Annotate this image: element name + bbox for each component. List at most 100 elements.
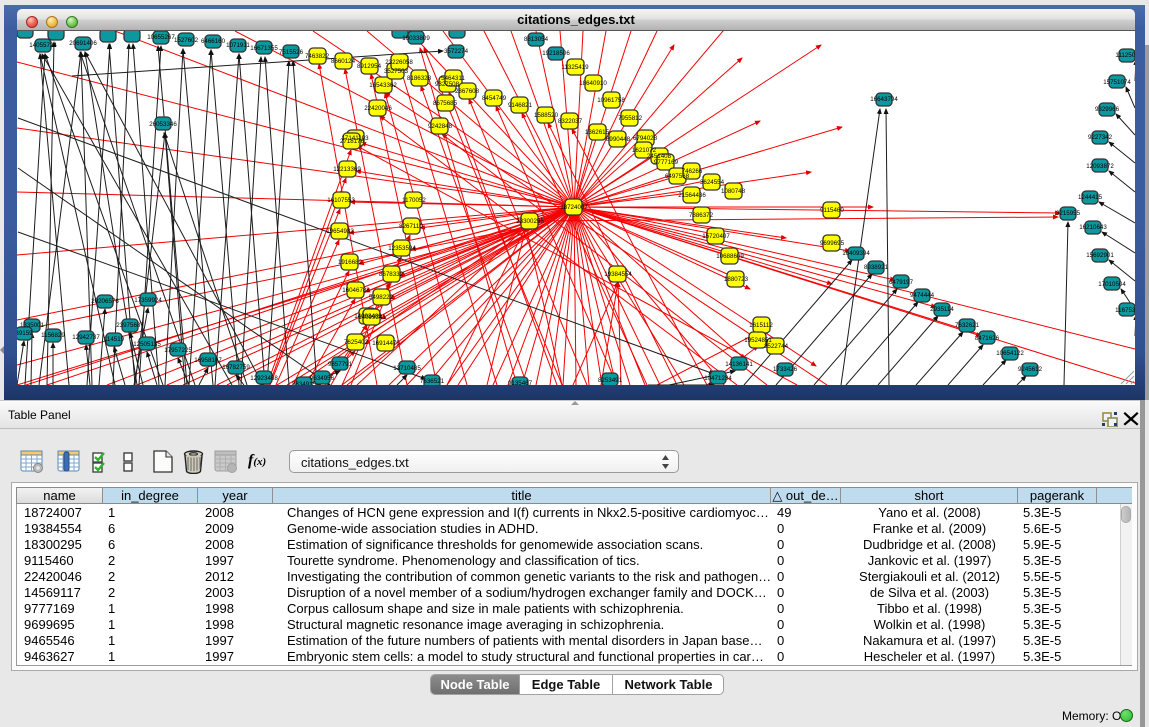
svg-text:5498222: 5498222 <box>369 294 394 301</box>
svg-text:21564436: 21564436 <box>678 192 706 199</box>
svg-text:8990448: 8990448 <box>606 136 631 143</box>
svg-text:8454749: 8454749 <box>482 95 507 102</box>
svg-text:8660124: 8660124 <box>331 58 356 65</box>
svg-text:746266: 746266 <box>682 168 703 175</box>
svg-text:1588520: 1588520 <box>534 112 559 119</box>
svg-text:1733426: 1733426 <box>773 366 798 373</box>
svg-text:19654933: 19654933 <box>326 228 354 235</box>
svg-text:20206576: 20206576 <box>91 298 119 305</box>
svg-text:16210643: 16210643 <box>1079 224 1107 231</box>
svg-text:8813054: 8813054 <box>524 36 549 43</box>
svg-text:23226058: 23226058 <box>385 59 413 66</box>
svg-text:8186328: 8186328 <box>407 75 432 82</box>
svg-text:9634956: 9634956 <box>310 375 335 382</box>
svg-text:12942737: 12942737 <box>72 334 100 341</box>
svg-text:11325419: 11325419 <box>561 64 589 71</box>
svg-text:17010504: 17010504 <box>1098 281 1126 288</box>
svg-text:14055724: 14055724 <box>29 42 57 49</box>
svg-text:12923468: 12923468 <box>250 375 278 382</box>
svg-text:9245612: 9245612 <box>1018 366 1043 373</box>
svg-text:16033809: 16033809 <box>402 35 430 42</box>
svg-text:18724007: 18724007 <box>560 204 588 211</box>
svg-text:23975687: 23975687 <box>116 322 144 329</box>
svg-text:8267110: 8267110 <box>399 223 423 230</box>
svg-text:12093872: 12093872 <box>1086 163 1114 170</box>
svg-text:2718176: 2718176 <box>340 138 365 145</box>
svg-text:20691406: 20691406 <box>69 40 97 47</box>
svg-text:12213369: 12213369 <box>333 166 361 173</box>
svg-text:26053346: 26053346 <box>149 121 177 128</box>
svg-text:3624554: 3624554 <box>700 179 725 186</box>
svg-text:6479197: 6479197 <box>889 279 914 286</box>
svg-text:12505135: 12505135 <box>133 341 161 348</box>
svg-text:15720407: 15720407 <box>702 233 730 240</box>
svg-text:9327508: 9327508 <box>435 81 460 88</box>
svg-text:1156829: 1156829 <box>41 332 65 339</box>
svg-text:16643794: 16643794 <box>870 96 898 103</box>
svg-text:8253491: 8253491 <box>598 377 623 384</box>
svg-text:17359924: 17359924 <box>134 297 162 304</box>
svg-text:8678332: 8678332 <box>379 271 404 278</box>
svg-text:3522744: 3522744 <box>764 343 789 350</box>
svg-text:22420046: 22420046 <box>364 105 392 112</box>
svg-text:9857791: 9857791 <box>328 361 353 368</box>
svg-text:7515526: 7515526 <box>279 49 304 56</box>
svg-text:1527602: 1527602 <box>174 37 199 44</box>
svg-text:9135467: 9135467 <box>508 380 533 385</box>
svg-text:8912954: 8912954 <box>357 63 382 70</box>
svg-text:19384554: 19384554 <box>604 271 632 278</box>
svg-text:9699695: 9699695 <box>820 240 845 247</box>
svg-text:16914479: 16914479 <box>372 340 400 347</box>
svg-text:6466160: 6466160 <box>201 38 226 45</box>
svg-text:19218506: 19218506 <box>542 50 570 57</box>
svg-text:1080748: 1080748 <box>721 188 746 195</box>
svg-text:16958107: 16958107 <box>194 357 222 364</box>
svg-text:7625402: 7625402 <box>344 339 369 346</box>
svg-text:10471234: 10471234 <box>704 375 732 382</box>
svg-text:14099341: 14099341 <box>358 314 386 321</box>
svg-text:7632621: 7632621 <box>955 322 980 329</box>
svg-text:7886372: 7886372 <box>689 212 714 219</box>
svg-text:9227342: 9227342 <box>1088 134 1113 141</box>
svg-text:7636521: 7636521 <box>420 378 445 385</box>
svg-text:7955812: 7955812 <box>618 115 643 122</box>
svg-text:8322037: 8322037 <box>558 118 583 125</box>
svg-text:13710485: 13710485 <box>393 365 421 372</box>
svg-text:15751074: 15751074 <box>1103 79 1131 86</box>
svg-text:12353594: 12353594 <box>388 245 416 252</box>
svg-text:10688609: 10688609 <box>716 253 744 260</box>
svg-text:1112503: 1112503 <box>1115 52 1135 59</box>
svg-text:16671355: 16671355 <box>250 45 278 52</box>
svg-text:9329966: 9329966 <box>1095 106 1120 113</box>
svg-text:14136141: 14136141 <box>725 361 753 368</box>
svg-text:2935114: 2935114 <box>930 306 954 313</box>
svg-text:16107553: 16107553 <box>327 197 355 204</box>
svg-text:3572274: 3572274 <box>444 48 469 55</box>
svg-text:16543362: 16543362 <box>369 82 397 89</box>
svg-text:8938921: 8938921 <box>864 264 889 271</box>
svg-text:2867608: 2867608 <box>455 88 480 95</box>
svg-text:9474444: 9474444 <box>910 292 935 299</box>
svg-text:1244415: 1244415 <box>1078 194 1103 201</box>
svg-text:16409394: 16409394 <box>842 250 870 257</box>
svg-text:8471626: 8471626 <box>975 335 1000 342</box>
svg-text:16046788: 16046788 <box>342 287 370 294</box>
svg-text:16782759: 16782759 <box>222 364 250 371</box>
svg-text:9777169: 9777169 <box>654 159 679 166</box>
svg-text:10654122: 10654122 <box>996 350 1024 357</box>
svg-text:7463822: 7463822 <box>305 53 330 60</box>
svg-text:1335001: 1335001 <box>20 322 45 329</box>
svg-text:10961758: 10961758 <box>597 97 625 104</box>
svg-text:1615112: 1615112 <box>749 322 773 329</box>
svg-text:9242848: 9242848 <box>428 123 453 130</box>
svg-text:15692901: 15692901 <box>1086 252 1114 259</box>
svg-text:3527503: 3527503 <box>384 68 409 75</box>
svg-text:114519: 114519 <box>104 336 125 343</box>
svg-text:23300295: 23300295 <box>516 218 544 225</box>
svg-text:6794028: 6794028 <box>633 135 658 142</box>
svg-text:17957225: 17957225 <box>164 347 192 354</box>
svg-text:1167533: 1167533 <box>1115 307 1135 314</box>
svg-text:10655267: 10655267 <box>147 34 175 41</box>
svg-text:1916682: 1916682 <box>338 259 363 266</box>
svg-text:1071911: 1071911 <box>226 42 250 49</box>
